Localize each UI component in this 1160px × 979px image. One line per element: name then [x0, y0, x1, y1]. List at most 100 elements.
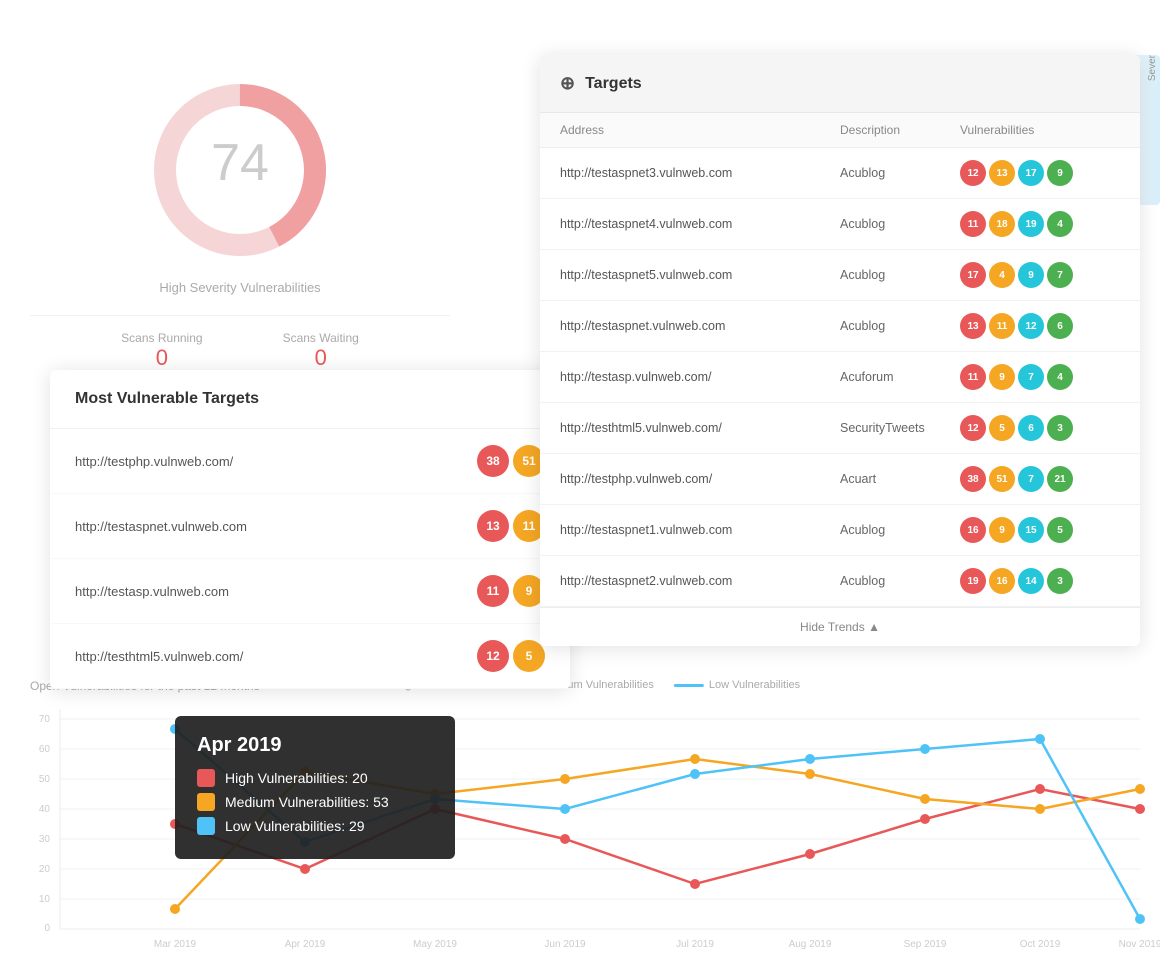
target-desc: Acuart: [840, 472, 960, 486]
vuln-badge: 3: [1047, 415, 1073, 441]
svg-text:Aug 2019: Aug 2019: [789, 939, 832, 950]
tooltip-high-label: High Vulnerabilities: 20: [225, 770, 368, 786]
mvt-badge-1: 12: [477, 640, 509, 672]
svg-text:Jul 2019: Jul 2019: [676, 939, 714, 950]
target-url: http://testasp.vulnweb.com/: [560, 370, 840, 384]
target-row[interactable]: http://testaspnet.vulnweb.com Acublog 13…: [540, 301, 1140, 352]
targets-icon: ⊕: [560, 73, 575, 94]
mvt-badges: 13 11: [477, 510, 545, 542]
mvt-badges: 38 51: [477, 445, 545, 477]
vuln-badge: 14: [1018, 568, 1044, 594]
donut-value: 74: [211, 134, 269, 192]
chart-area: Open Vulnerabilities for the past 12 mon…: [0, 669, 1160, 979]
chart-tooltip: Apr 2019 High Vulnerabilities: 20 Medium…: [175, 716, 455, 859]
svg-text:50: 50: [39, 774, 51, 785]
mvt-url: http://testphp.vulnweb.com/: [75, 454, 233, 469]
mvt-row[interactable]: http://testasp.vulnweb.com 11 9: [50, 559, 570, 624]
vuln-badge: 15: [1018, 517, 1044, 543]
target-row[interactable]: http://testaspnet2.vulnweb.com Acublog 1…: [540, 556, 1140, 607]
vuln-badge: 51: [989, 466, 1015, 492]
targets-header: ⊕ Targets: [540, 55, 1140, 113]
vuln-badge: 13: [989, 160, 1015, 186]
vuln-badge: 21: [1047, 466, 1073, 492]
vuln-badge: 13: [960, 313, 986, 339]
target-row[interactable]: http://testaspnet1.vulnweb.com Acublog 1…: [540, 505, 1140, 556]
target-vulns: 169155: [960, 517, 1120, 543]
legend-low-line: [674, 684, 704, 687]
svg-text:Oct 2019: Oct 2019: [1020, 939, 1061, 950]
most-vulnerable-targets-card: Most Vulnerable Targets http://testphp.v…: [50, 370, 570, 689]
mvt-row[interactable]: http://testphp.vulnweb.com/ 38 51: [50, 429, 570, 494]
target-row[interactable]: http://testhtml5.vulnweb.com/ SecurityTw…: [540, 403, 1140, 454]
target-url: http://testaspnet1.vulnweb.com: [560, 523, 840, 537]
tooltip-medium-label: Medium Vulnerabilities: 53: [225, 794, 389, 810]
target-row[interactable]: http://testaspnet3.vulnweb.com Acublog 1…: [540, 148, 1140, 199]
mvt-badges: 11 9: [477, 575, 545, 607]
mvt-row[interactable]: http://testaspnet.vulnweb.com 13 11: [50, 494, 570, 559]
scans-waiting-label: Scans Waiting: [283, 331, 359, 345]
vuln-badge: 3: [1047, 568, 1073, 594]
svg-text:40: 40: [39, 804, 51, 815]
targets-table: Address Description Vulnerabilities http…: [540, 113, 1140, 607]
vuln-badge: 4: [1047, 364, 1073, 390]
mvt-url: http://testhtml5.vulnweb.com/: [75, 649, 243, 664]
target-vulns: 1213179: [960, 160, 1120, 186]
target-row[interactable]: http://testaspnet4.vulnweb.com Acublog 1…: [540, 199, 1140, 250]
vuln-badge: 12: [960, 415, 986, 441]
vuln-badge: 6: [1018, 415, 1044, 441]
vuln-badge: 19: [1018, 211, 1044, 237]
right-edge-text: Sever: [1147, 55, 1158, 81]
target-url: http://testaspnet2.vulnweb.com: [560, 574, 840, 588]
vuln-badge: 7: [1018, 364, 1044, 390]
mvt-title: Most Vulnerable Targets: [50, 370, 570, 429]
target-desc: Acublog: [840, 166, 960, 180]
mvt-url: http://testaspnet.vulnweb.com: [75, 519, 247, 534]
scans-running: Scans Running 0: [121, 331, 202, 371]
target-url: http://testaspnet5.vulnweb.com: [560, 268, 840, 282]
vuln-badge: 5: [989, 415, 1015, 441]
vuln-badge: 11: [989, 313, 1015, 339]
vuln-badge: 16: [960, 517, 986, 543]
col-description: Description: [840, 123, 960, 137]
target-desc: Acublog: [840, 523, 960, 537]
svg-text:Mar 2019: Mar 2019: [154, 939, 197, 950]
target-url: http://testaspnet.vulnweb.com: [560, 319, 840, 333]
vuln-badge: 9: [989, 364, 1015, 390]
target-row[interactable]: http://testasp.vulnweb.com/ Acuforum 119…: [540, 352, 1140, 403]
mvt-badge-1: 38: [477, 445, 509, 477]
mvt-row[interactable]: http://testhtml5.vulnweb.com/ 12 5: [50, 624, 570, 689]
mvt-badge-1: 13: [477, 510, 509, 542]
target-vulns: 1916143: [960, 568, 1120, 594]
svg-text:Apr 2019: Apr 2019: [285, 939, 326, 950]
vuln-badge: 38: [960, 466, 986, 492]
vuln-badge: 5: [1047, 517, 1073, 543]
target-desc: SecurityTweets: [840, 421, 960, 435]
tooltip-low: Low Vulnerabilities: 29: [197, 817, 433, 835]
donut-chart: 74: [140, 70, 340, 270]
mvt-url: http://testasp.vulnweb.com: [75, 584, 229, 599]
tooltip-medium-swatch: [197, 793, 215, 811]
target-desc: Acublog: [840, 217, 960, 231]
vuln-badge: 9: [1047, 160, 1073, 186]
svg-text:10: 10: [39, 894, 51, 905]
vuln-badge: 18: [989, 211, 1015, 237]
targets-panel: ⊕ Targets Address Description Vulnerabil…: [540, 55, 1140, 646]
target-url: http://testaspnet4.vulnweb.com: [560, 217, 840, 231]
target-desc: Acublog: [840, 319, 960, 333]
hide-trends-button[interactable]: Hide Trends ▲: [540, 607, 1140, 646]
target-row[interactable]: http://testphp.vulnweb.com/ Acuart 38517…: [540, 454, 1140, 505]
vuln-badge: 17: [1018, 160, 1044, 186]
donut-label: High Severity Vulnerabilities: [159, 280, 320, 295]
target-url: http://testphp.vulnweb.com/: [560, 472, 840, 486]
target-desc: Acuforum: [840, 370, 960, 384]
svg-text:0: 0: [44, 923, 50, 934]
targets-title: Targets: [585, 75, 642, 93]
target-url: http://testaspnet3.vulnweb.com: [560, 166, 840, 180]
vuln-badge: 12: [1018, 313, 1044, 339]
vuln-badge: 11: [960, 364, 986, 390]
target-vulns: 12563: [960, 415, 1120, 441]
target-vulns: 3851721: [960, 466, 1120, 492]
target-row[interactable]: http://testaspnet5.vulnweb.com Acublog 1…: [540, 250, 1140, 301]
target-vulns: 1118194: [960, 211, 1120, 237]
donut-card: 74 High Severity Vulnerabilities Scans R…: [30, 40, 450, 386]
